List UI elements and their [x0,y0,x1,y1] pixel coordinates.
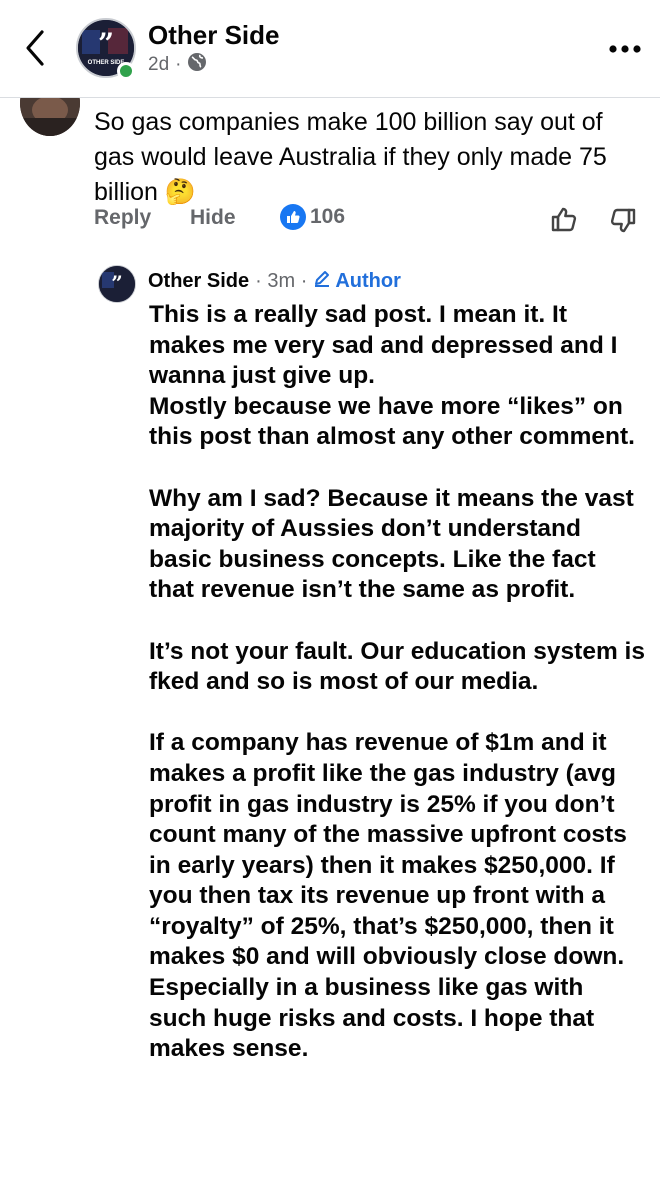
reply-header: Other Side · 3m · Author [148,269,401,293]
hide-button[interactable]: Hide [190,206,236,230]
reaction-summary[interactable]: 106 [280,204,345,230]
thumbs-up-icon [280,204,306,230]
comment-text: So gas companies make 100 billion say ou… [94,108,607,206]
downvote-icon[interactable] [608,206,638,236]
post-header: ” OTHER SIDE Other Side 2d · [0,0,660,98]
reply-paragraph: If a company has revenue of $1m and it m… [149,729,627,1063]
chevron-left-icon [26,30,44,66]
reply-time: · 3m · [255,269,308,292]
more-options-button[interactable] [607,42,643,54]
reply-paragraph: It’s not your fault. Our education syste… [149,637,645,696]
upvote-icon[interactable] [549,204,579,234]
page-title[interactable]: Other Side [148,20,279,51]
svg-text:”: ” [111,271,123,295]
like-count: 106 [310,205,346,228]
reply-paragraph: Why am I sad? Because it means the vast … [149,484,634,604]
comment-actions: Reply Hide 106 [94,204,644,236]
globe-icon [187,52,207,78]
pencil-icon [313,269,331,293]
reply-author-avatar[interactable]: ” [98,265,136,303]
post-meta: 2d · [148,52,207,78]
svg-text:”: ” [98,27,114,60]
back-button[interactable] [18,26,54,70]
author-badge: Author [313,269,401,293]
reply-button[interactable]: Reply [94,206,151,230]
post-age: 2d [148,54,170,75]
reply-author-name[interactable]: Other Side [148,270,249,293]
more-horizontal-icon [609,45,641,53]
reply-paragraph: This is a really sad post. I mean it. It… [149,301,635,451]
online-status-dot [117,62,135,80]
reply-body: This is a really sad post. I mean it. It… [149,300,645,1065]
author-badge-label: Author [335,269,401,292]
